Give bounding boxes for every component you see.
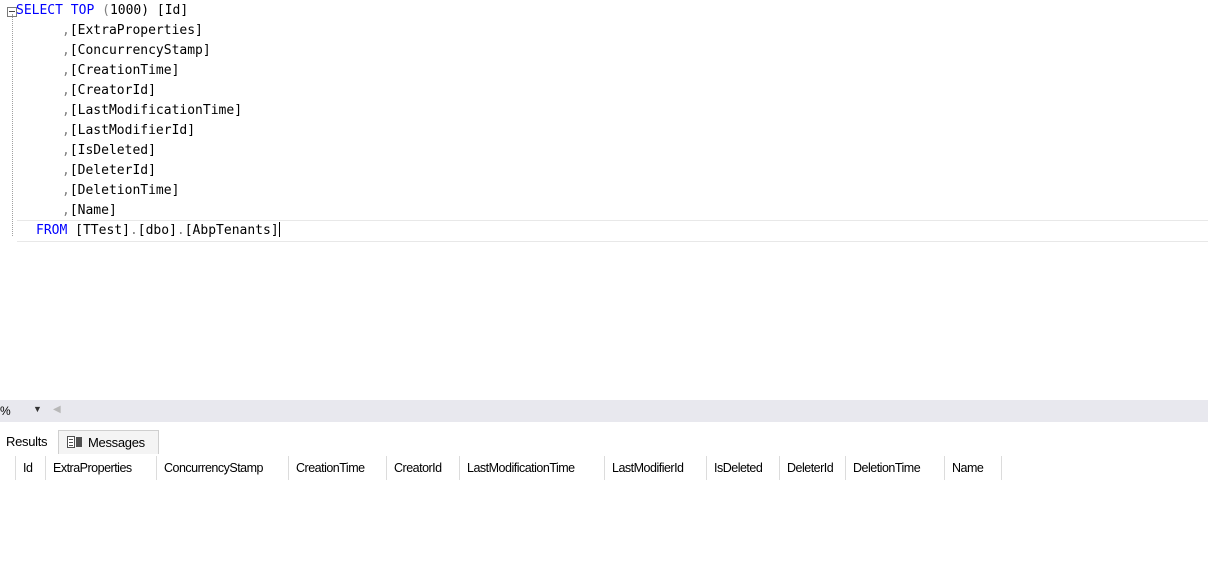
column-header[interactable]: LastModificationTime [460,456,605,480]
column-header[interactable]: Name [945,456,1002,480]
chevron-down-icon[interactable]: ▼ [33,404,42,414]
zoom-bar: % ▼ ◀ [0,400,1208,422]
code-line-column: ,[DeleterId] [62,162,156,180]
zoom-level[interactable]: % [0,404,11,418]
code-line-column: ,[ConcurrencyStamp] [62,42,211,60]
column-name: [DeletionTime] [69,183,180,198]
comma: , [62,143,70,158]
comma: , [62,103,70,118]
select-first-column: ) [Id] [141,3,189,18]
keyword-from: FROM [36,223,68,238]
comma: , [62,163,70,178]
column-header[interactable]: DeleterId [780,456,846,480]
column-name: [IsDeleted] [69,143,156,158]
tab-messages-label: Messages [88,435,145,450]
code-line-select: SELECT TOP (1000) [Id] [16,2,188,20]
code-line-column: ,[IsDeleted] [62,142,156,160]
grid-header-row: Id ExtraProperties ConcurrencyStamp Crea… [0,456,1002,480]
code-line-column: ,[CreatorId] [62,82,156,100]
code-line-column: ,[CreationTime] [62,62,179,80]
column-name: [CreatorId] [69,83,156,98]
outline-guide [12,14,13,236]
results-tabs: Results Messages [0,422,1208,457]
column-header[interactable]: ExtraProperties [46,456,157,480]
results-grid[interactable]: Id ExtraProperties ConcurrencyStamp Crea… [0,456,1208,564]
keyword-top: TOP [70,3,95,18]
query-editor[interactable]: SELECT TOP (1000) [Id] ,[ExtraProperties… [0,0,1208,400]
tab-results[interactable]: Results [0,430,56,454]
column-header[interactable]: Id [16,456,46,480]
dot: . [176,223,185,238]
code-line-column: ,[LastModifierId] [62,122,195,140]
arrow-left-icon[interactable]: ◀ [53,404,61,415]
column-header[interactable]: IsDeleted [707,456,780,480]
comma: , [62,83,70,98]
code-line-from: FROM [TTest].[dbo].[AbpTenants] [36,222,280,240]
column-header[interactable]: ConcurrencyStamp [157,456,289,480]
column-name: [ExtraProperties] [69,23,203,38]
comma: , [62,203,70,218]
column-name: [ConcurrencyStamp] [69,43,211,58]
column-header[interactable]: DeletionTime [846,456,945,480]
code-line-column: ,[LastModificationTime] [62,102,242,120]
text-caret [278,222,280,237]
column-name: [LastModificationTime] [69,103,243,118]
column-name: [DeleterId] [69,163,156,178]
table-database: [TTest] [75,223,130,238]
comma: , [62,123,70,138]
comma: , [62,43,70,58]
messages-icon [67,436,82,449]
column-header[interactable]: LastModifierId [605,456,707,480]
column-name: [CreationTime] [69,63,180,78]
comma: , [62,63,70,78]
tab-messages[interactable]: Messages [58,430,159,454]
dot: . [129,223,138,238]
table-name: [AbpTenants] [184,223,279,238]
keyword-select: SELECT [16,3,63,18]
select-top-count: 1000 [109,3,142,18]
comma: , [62,23,70,38]
tab-results-label: Results [6,434,48,449]
code-line-column: ,[DeletionTime] [62,182,179,200]
table-schema: [dbo] [137,223,177,238]
code-line-column: ,[Name] [62,202,117,220]
comma: , [62,183,70,198]
code-line-column: ,[ExtraProperties] [62,22,203,40]
column-header[interactable]: CreatorId [387,456,460,480]
column-name: [Name] [69,203,117,218]
column-name: [LastModifierId] [69,123,196,138]
column-header[interactable]: CreationTime [289,456,387,480]
row-header-corner[interactable] [0,456,16,480]
select-paren-open: ( [94,3,110,18]
